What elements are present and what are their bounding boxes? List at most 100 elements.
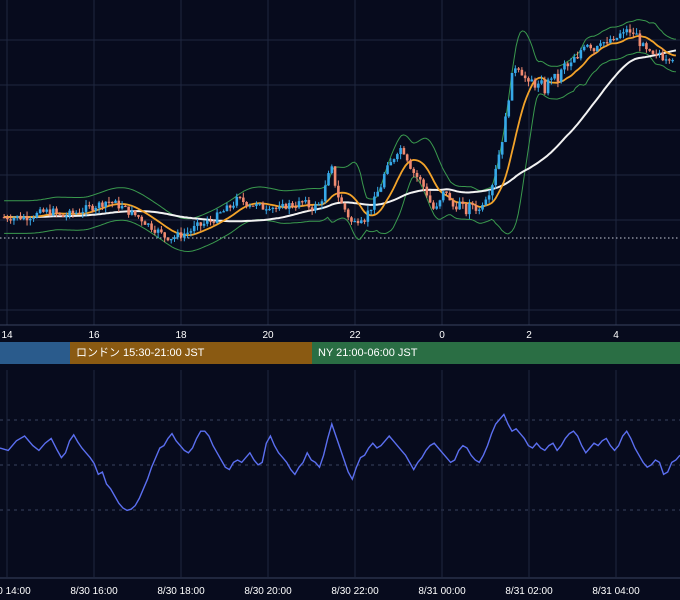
candle-body — [271, 207, 275, 209]
candle-body — [209, 220, 212, 222]
candle-body — [6, 217, 9, 220]
candle-body — [455, 206, 458, 210]
candle-body — [507, 100, 511, 117]
candle-body — [373, 196, 376, 210]
candle-body — [55, 208, 58, 214]
x-tick-label: 8/31 04:00 — [592, 586, 640, 597]
candle-body — [291, 203, 294, 207]
candle-body — [510, 72, 514, 101]
candle-body — [409, 160, 412, 169]
candle-body — [618, 33, 622, 39]
candle-body — [110, 201, 114, 204]
candle-body — [668, 59, 671, 61]
candle-body — [124, 205, 127, 208]
candle-body — [615, 38, 619, 40]
candle-body — [363, 220, 366, 222]
candle-body — [468, 203, 471, 215]
candle-body — [540, 80, 543, 84]
candle-body — [65, 216, 68, 218]
candle-body — [2, 217, 6, 219]
candle-body — [274, 207, 278, 209]
candle-body — [166, 237, 170, 241]
candle-body — [12, 217, 16, 221]
long-moving-average-line — [4, 49, 677, 223]
candle-body — [438, 200, 442, 207]
candle-body — [641, 43, 645, 47]
candle-body — [228, 205, 232, 208]
candle-body — [376, 191, 379, 197]
candle-body — [487, 195, 491, 200]
candle-body — [261, 203, 265, 210]
candle-body — [422, 179, 425, 187]
candle-body — [281, 203, 284, 207]
candle-body — [61, 214, 65, 217]
candle-body — [163, 232, 166, 238]
candle-body — [350, 217, 353, 222]
candle-body — [268, 208, 271, 211]
candle-body — [323, 185, 327, 202]
candle-body — [435, 206, 438, 209]
candle-body — [599, 43, 602, 46]
candle-body — [563, 63, 566, 70]
candle-body — [386, 165, 389, 174]
candle-body — [418, 176, 422, 180]
candle-body — [553, 73, 556, 79]
candle-body — [107, 201, 111, 203]
candle-body — [153, 229, 157, 233]
candle-body — [146, 223, 150, 225]
candle-body — [389, 162, 393, 166]
candle-body — [222, 211, 225, 213]
candle-body — [337, 185, 340, 198]
candle-body — [576, 57, 579, 59]
candle-body — [327, 173, 330, 186]
candle-body — [15, 215, 19, 218]
candle-body — [582, 46, 586, 51]
candle-body — [19, 215, 22, 220]
candle-body — [412, 168, 416, 173]
candle-body — [212, 221, 216, 223]
candle-body — [343, 203, 347, 210]
candle-body — [425, 186, 429, 196]
candle-body — [396, 154, 399, 160]
candle-body — [602, 42, 606, 44]
candle-body — [114, 200, 117, 203]
candle-body — [255, 203, 258, 206]
candle-body — [245, 202, 248, 206]
x-tick-label: 4 — [613, 330, 619, 341]
candle-body — [140, 216, 144, 222]
candle-body — [514, 68, 517, 73]
candle-body — [205, 220, 209, 224]
candle-body — [654, 53, 658, 56]
candle-body — [71, 210, 75, 214]
candle-body — [88, 205, 91, 207]
candle-body — [32, 217, 35, 219]
candle-body — [632, 32, 635, 34]
bollinger-lower-line — [4, 51, 676, 253]
candle-body — [573, 57, 576, 63]
candle-body — [301, 201, 304, 203]
candle-body — [533, 79, 537, 88]
candle-body — [402, 148, 406, 155]
candle-body — [530, 79, 534, 82]
candle-body — [504, 116, 507, 143]
candle-body — [661, 52, 665, 61]
candle-body — [546, 79, 550, 94]
candle-body — [356, 220, 360, 224]
candle-body — [523, 75, 527, 79]
session-bar-tokyo — [0, 342, 70, 364]
candle-body — [68, 210, 71, 217]
x-tick-label: 18 — [175, 330, 187, 341]
candle-body — [477, 209, 481, 211]
candle-body — [176, 232, 180, 238]
candle-body — [451, 200, 455, 207]
candle-body — [84, 205, 88, 212]
candle-body — [645, 43, 648, 50]
candle-body — [143, 221, 147, 225]
candle-body — [150, 223, 153, 230]
candle-body — [117, 200, 121, 209]
candle-body — [320, 201, 324, 205]
candle-body — [258, 203, 262, 205]
session-bar-london: ロンドン 15:30-21:00 JST — [70, 342, 312, 364]
candle-body — [360, 220, 363, 224]
candle-body — [38, 209, 42, 213]
